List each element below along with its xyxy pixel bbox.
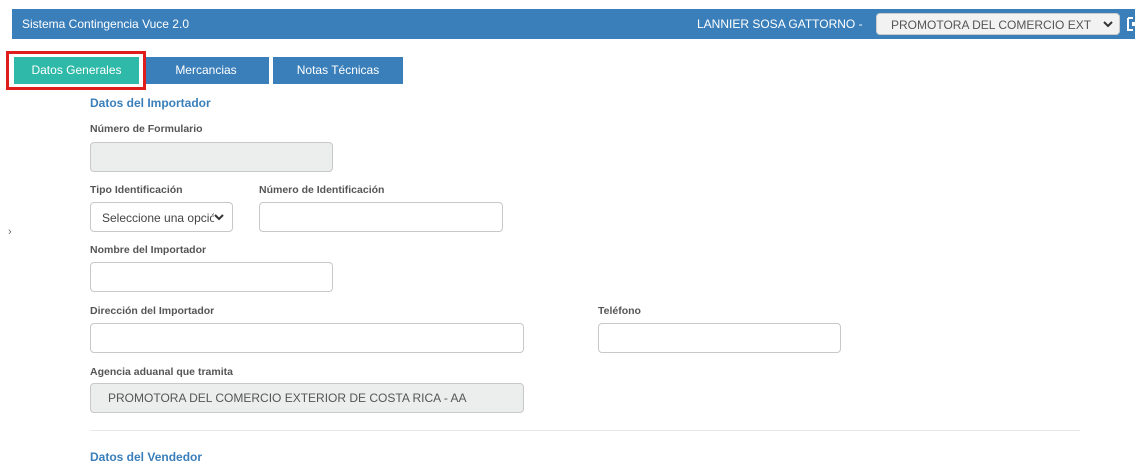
- user-name: LANNIER SOSA GATTORNO -: [697, 17, 863, 31]
- top-navbar: Sistema Contingencia Vuce 2.0 LANNIER SO…: [12, 9, 1135, 39]
- label-numero-formulario: Número de Formulario: [90, 123, 203, 135]
- label-nombre-importador: Nombre del Importador: [90, 244, 207, 256]
- numero-formulario-field[interactable]: [90, 142, 333, 172]
- label-telefono: Teléfono: [598, 305, 641, 317]
- tipo-identificacion-select[interactable]: Seleccione una opción: [90, 202, 233, 232]
- logout-icon[interactable]: [1126, 16, 1135, 32]
- label-tipo-identificacion: Tipo Identificación: [90, 184, 183, 196]
- tab-notas-tecnicas[interactable]: Notas Técnicas: [273, 57, 403, 84]
- nombre-importador-field[interactable]: [90, 262, 333, 292]
- chevron-right-icon[interactable]: ›: [8, 226, 12, 238]
- company-select-value: PROMOTORA DEL COMERCIO EXT: [891, 18, 1092, 32]
- tab-datos-generales[interactable]: Datos Generales: [14, 57, 139, 84]
- section-divider: [90, 430, 1080, 431]
- numero-identificacion-field[interactable]: [259, 202, 503, 232]
- tab-mercancias[interactable]: Mercancias: [143, 57, 269, 84]
- agencia-aduanal-field[interactable]: [90, 383, 524, 413]
- telefono-field[interactable]: [598, 323, 841, 353]
- label-direccion-importador: Dirección del Importador: [90, 305, 215, 317]
- direccion-importador-field[interactable]: [90, 323, 524, 353]
- app-title: Sistema Contingencia Vuce 2.0: [22, 17, 189, 31]
- chevron-down-icon: [214, 214, 224, 221]
- tipo-identificacion-value: Seleccione una opción: [102, 211, 214, 225]
- label-agencia-aduanal: Agencia aduanal que tramita: [90, 366, 233, 378]
- company-select[interactable]: PROMOTORA DEL COMERCIO EXT: [876, 13, 1120, 35]
- section-title-importador: Datos del Importador: [90, 96, 211, 110]
- chevron-down-icon: [1103, 21, 1113, 28]
- label-numero-identificacion: Número de Identificación: [259, 184, 385, 196]
